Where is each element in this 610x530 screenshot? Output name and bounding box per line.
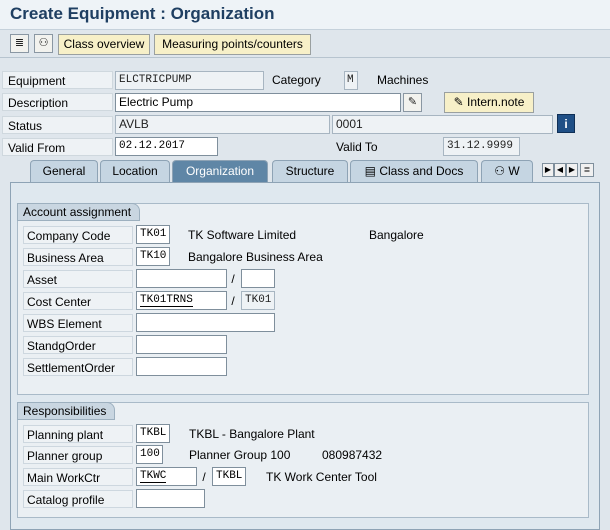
intern-note-button[interactable]: ✎ Intern.note: [444, 92, 534, 113]
intern-note-label: Intern.note: [467, 95, 525, 109]
tabs-prev-icon[interactable]: ◀: [554, 163, 566, 177]
tab-location[interactable]: Location: [100, 160, 170, 182]
account-assignment-title: Account assignment: [17, 203, 140, 221]
company-code-city: Bangalore: [369, 228, 424, 242]
company-code-label: Company Code: [23, 226, 133, 244]
planner-group-phone: 080987432: [322, 448, 383, 462]
main-workctr-label: Main WorkCtr: [23, 468, 133, 486]
edit-text-icon[interactable]: ✎: [403, 93, 422, 112]
asset-field[interactable]: [136, 269, 227, 288]
main-workctr-field[interactable]: TKWC: [136, 467, 197, 486]
status-label: Status: [2, 116, 113, 134]
class-overview-button[interactable]: Class overview: [58, 34, 150, 55]
catalog-profile-field[interactable]: [136, 489, 205, 508]
display-icon[interactable]: ≣: [10, 34, 29, 53]
settlement-order-field[interactable]: [136, 357, 227, 376]
main-workctr-plant-field[interactable]: TKBL: [212, 467, 246, 486]
valid-to-field: 31.12.9999: [443, 137, 520, 156]
business-area-label: Business Area: [23, 248, 133, 266]
business-area-text: Bangalore Business Area: [188, 250, 323, 264]
application-toolbar: ≣ ⚇ Class overview Measuring points/coun…: [0, 31, 610, 58]
tabs-first-icon[interactable]: ▶: [542, 163, 554, 177]
info-icon[interactable]: i: [557, 114, 575, 133]
description-label: Description: [2, 93, 113, 111]
tabs-next-icon[interactable]: ▶: [566, 163, 578, 177]
page-title: Create Equipment : Organization: [10, 4, 275, 23]
tab-w-label: W: [508, 164, 520, 178]
tab-class-and-docs[interactable]: ▤ Class and Docs: [350, 160, 478, 182]
tab-general[interactable]: General: [30, 160, 98, 182]
planner-group-label: Planner group: [23, 446, 133, 464]
slash-separator: /: [231, 272, 235, 286]
cost-center-label: Cost Center: [23, 292, 133, 310]
valid-from-label: Valid From: [2, 138, 113, 156]
title-bar: Create Equipment : Organization: [0, 0, 610, 30]
company-code-field[interactable]: TK01: [136, 225, 170, 244]
status-field: AVLB: [115, 115, 330, 134]
tab-class-and-docs-label: Class and Docs: [379, 164, 464, 178]
standing-order-label: StandgOrder: [23, 336, 133, 354]
planner-group-field[interactable]: 100: [136, 445, 163, 464]
cost-center-sub-field: TK01: [241, 291, 275, 310]
main-workctr-text: TK Work Center Tool: [266, 470, 377, 484]
description-field[interactable]: Electric Pump: [115, 93, 401, 112]
wbs-element-field[interactable]: [136, 313, 275, 332]
responsibilities-title: Responsibilities: [17, 402, 115, 420]
planner-group-text: Planner Group 100: [189, 448, 291, 462]
main-workctr-value: TKWC: [140, 470, 167, 483]
tab-w[interactable]: ⚇ W: [481, 160, 533, 182]
category-text: Machines: [377, 73, 429, 87]
wbs-element-label: WBS Element: [23, 314, 133, 332]
equipment-label: Equipment: [2, 71, 113, 89]
category-label: Category: [272, 73, 321, 87]
tab-organization[interactable]: Organization: [172, 160, 268, 182]
status-field-2: 0001: [332, 115, 553, 134]
settlement-order-label: SettlementOrder: [23, 358, 133, 376]
slash-separator: /: [202, 470, 206, 484]
standing-order-field[interactable]: [136, 335, 227, 354]
valid-from-field[interactable]: 02.12.2017: [115, 137, 218, 156]
measuring-points-button[interactable]: Measuring points/counters: [154, 34, 311, 55]
valid-to-label: Valid To: [336, 140, 378, 154]
cost-center-value: TK01TRNS: [140, 294, 193, 307]
slash-separator: /: [231, 294, 235, 308]
business-area-field[interactable]: TK10: [136, 247, 170, 266]
planning-plant-text: TKBL - Bangalore Plant: [189, 427, 315, 441]
clipboard-icon: ▤: [364, 164, 376, 178]
category-field: M: [344, 71, 358, 90]
equipment-field: ELCTRICPUMP: [115, 71, 264, 90]
asset-sub-field[interactable]: [241, 269, 275, 288]
tab-structure[interactable]: Structure: [272, 160, 348, 182]
planning-plant-label: Planning plant: [23, 425, 133, 443]
cost-center-field[interactable]: TK01TRNS: [136, 291, 227, 310]
company-code-text: TK Software Limited: [188, 228, 297, 242]
asset-label: Asset: [23, 270, 133, 288]
note-icon: ✎: [453, 95, 464, 109]
planning-plant-field[interactable]: TKBL: [136, 424, 170, 443]
tabs-list-icon[interactable]: ≣: [580, 163, 594, 177]
hierarchy-icon: ⚇: [494, 164, 506, 178]
hierarchy-icon[interactable]: ⚇: [34, 34, 53, 53]
catalog-profile-label: Catalog profile: [23, 490, 133, 508]
